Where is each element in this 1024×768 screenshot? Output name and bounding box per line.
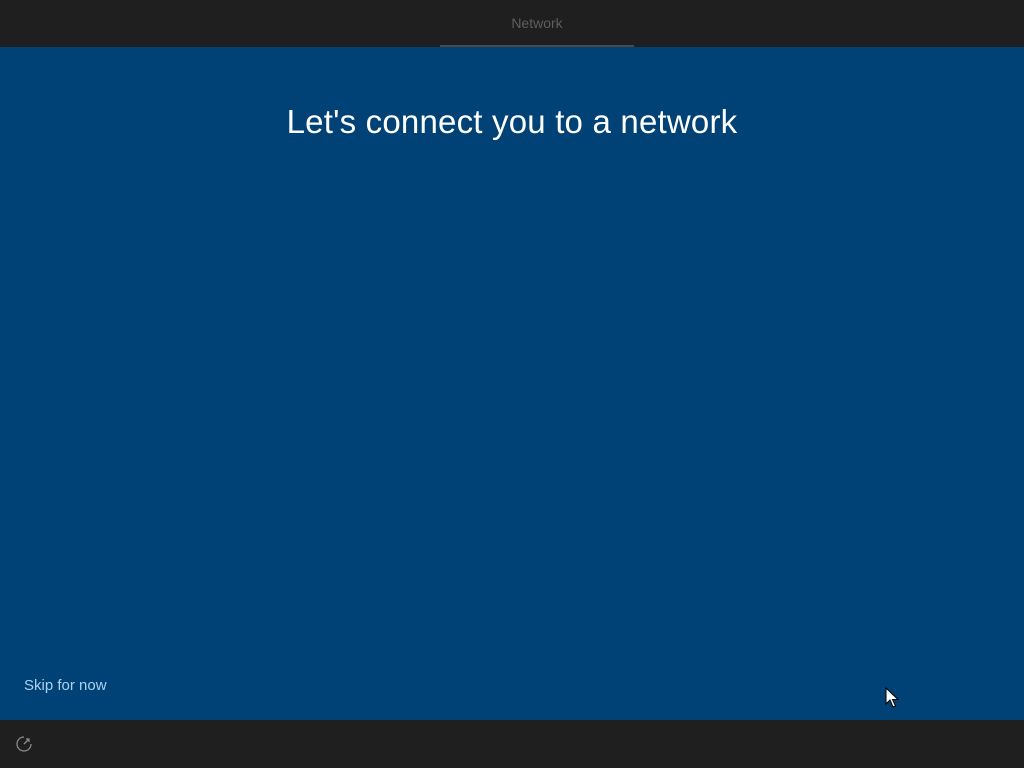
ease-of-access-button[interactable] (14, 734, 34, 754)
setup-progress-bar: Network (0, 0, 1024, 47)
bottom-bar (0, 720, 1024, 768)
step-network: Network (440, 0, 634, 47)
step-network-label: Network (511, 14, 563, 31)
network-setup-panel: Let's connect you to a network Skip for … (0, 47, 1024, 720)
page-title: Let's connect you to a network (286, 103, 738, 140)
skip-for-now-link[interactable]: Skip for now (24, 677, 107, 694)
ease-of-access-icon (16, 736, 32, 752)
